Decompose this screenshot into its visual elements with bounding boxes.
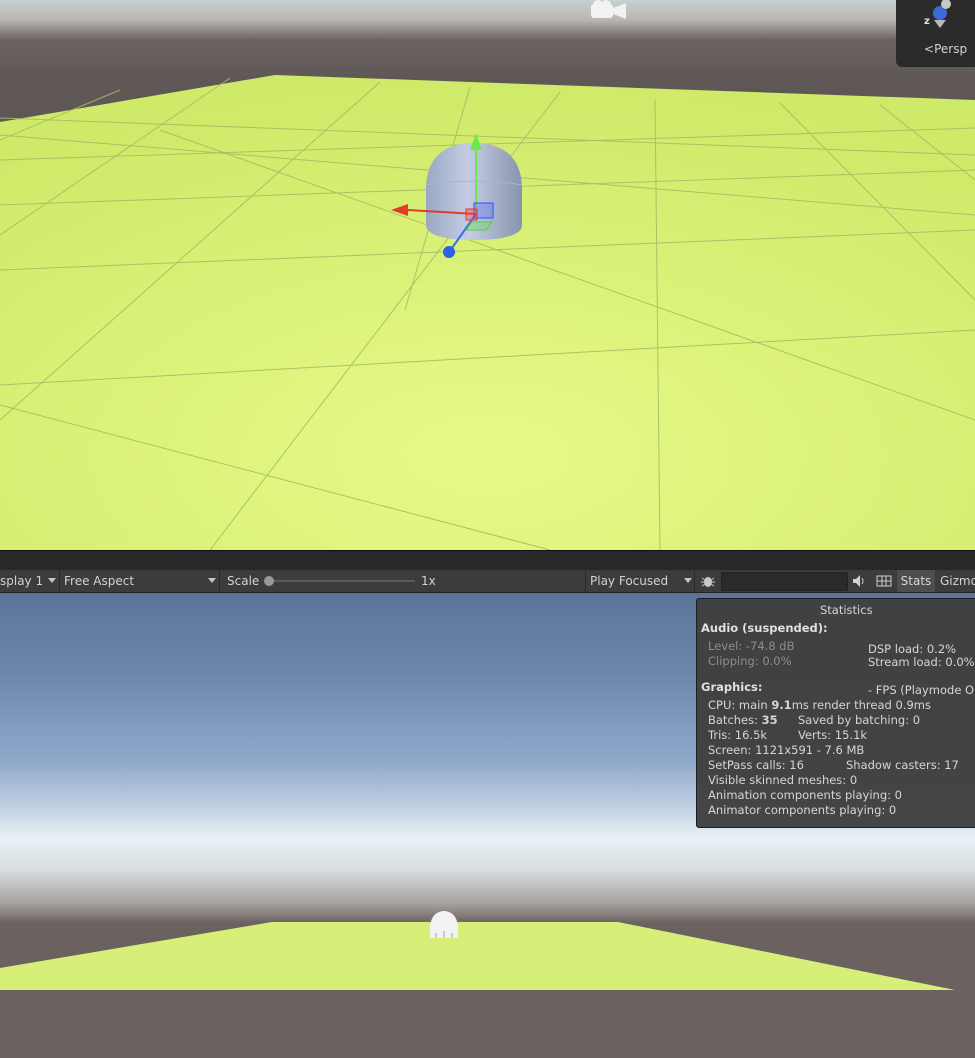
panel-separator[interactable]: [0, 550, 975, 571]
cpu-readout: CPU: main 9.1ms render thread 0.9ms: [708, 698, 931, 712]
scene-view[interactable]: z <Persp: [0, 0, 975, 550]
scale-slider-handle[interactable]: [264, 576, 274, 586]
chevron-down-icon: [684, 578, 692, 583]
play-mode-dropdown[interactable]: Play Focused: [585, 570, 695, 592]
display-label: splay 1: [0, 574, 44, 588]
stats-title: Statistics: [820, 603, 873, 617]
z-axis-label: z: [924, 16, 930, 27]
audio-clipping: Clipping: 0.0%: [708, 654, 792, 668]
stream-load: Stream load: 0.0%: [868, 655, 975, 669]
scene-render[interactable]: [0, 0, 975, 550]
scale-slider-track[interactable]: [270, 580, 415, 582]
cpu-main-value: 9.1: [771, 698, 792, 712]
verts-readout: Verts: 15.1k: [798, 728, 868, 742]
grid-icon[interactable]: [873, 570, 895, 592]
cpu-suffix: ms render thread 0.9ms: [791, 698, 931, 712]
gizmos-dropdown[interactable]: Gizmo: [940, 570, 975, 592]
batches-value: 35: [761, 713, 778, 727]
screen-readout: Screen: 1121x591 - 7.6 MB: [708, 743, 865, 757]
game-ground-plane: [0, 922, 955, 990]
audio-header: Audio (suspended):: [701, 621, 828, 635]
camera-icon[interactable]: [588, 0, 630, 22]
statistics-panel: Statistics Audio (suspended): Level: -74…: [696, 598, 975, 828]
fps-readout: - FPS (Playmode O: [868, 683, 975, 697]
animator-components-readout: Animator components playing: 0: [708, 803, 897, 817]
audio-mute-icon[interactable]: [847, 570, 869, 592]
scale-label: Scale: [227, 574, 260, 588]
shadow-casters-readout: Shadow casters: 17: [846, 758, 959, 772]
axis-gizmo-icon[interactable]: [896, 0, 975, 40]
orientation-gizmo[interactable]: z <Persp: [896, 0, 975, 67]
play-mode-label: Play Focused: [590, 574, 669, 588]
game-toolbar: splay 1 Free Aspect Scale 1x Play Focuse…: [0, 570, 975, 593]
persp-label: Persp: [934, 42, 968, 56]
batches-prefix: Batches:: [708, 713, 762, 727]
aspect-label: Free Aspect: [64, 574, 135, 588]
graphics-header: Graphics:: [701, 680, 763, 694]
saved-by-batching: Saved by batching: 0: [798, 713, 921, 727]
game-capsule: [430, 911, 458, 938]
animation-components-readout: Animation components playing: 0: [708, 788, 902, 802]
chevron-down-icon: [208, 578, 216, 583]
setpass-readout: SetPass calls: 16: [708, 758, 804, 772]
bug-icon[interactable]: [697, 570, 719, 592]
skinned-meshes-readout: Visible skinned meshes: 0: [708, 773, 858, 787]
cpu-prefix: CPU: main: [708, 698, 772, 712]
scale-value: 1x: [421, 574, 436, 588]
toolbar-search-field[interactable]: [721, 572, 848, 591]
chevron-down-icon: [48, 578, 56, 583]
batches-readout: Batches: 35: [708, 713, 778, 727]
aspect-dropdown[interactable]: Free Aspect: [60, 570, 220, 592]
projection-toggle[interactable]: <Persp: [924, 42, 967, 56]
audio-level: Level: -74.8 dB: [708, 639, 795, 653]
display-dropdown[interactable]: splay 1: [0, 570, 60, 592]
dsp-load: DSP load: 0.2%: [868, 642, 957, 656]
tris-readout: Tris: 16.5k: [708, 728, 768, 742]
stats-toggle-button[interactable]: Stats: [897, 570, 935, 592]
